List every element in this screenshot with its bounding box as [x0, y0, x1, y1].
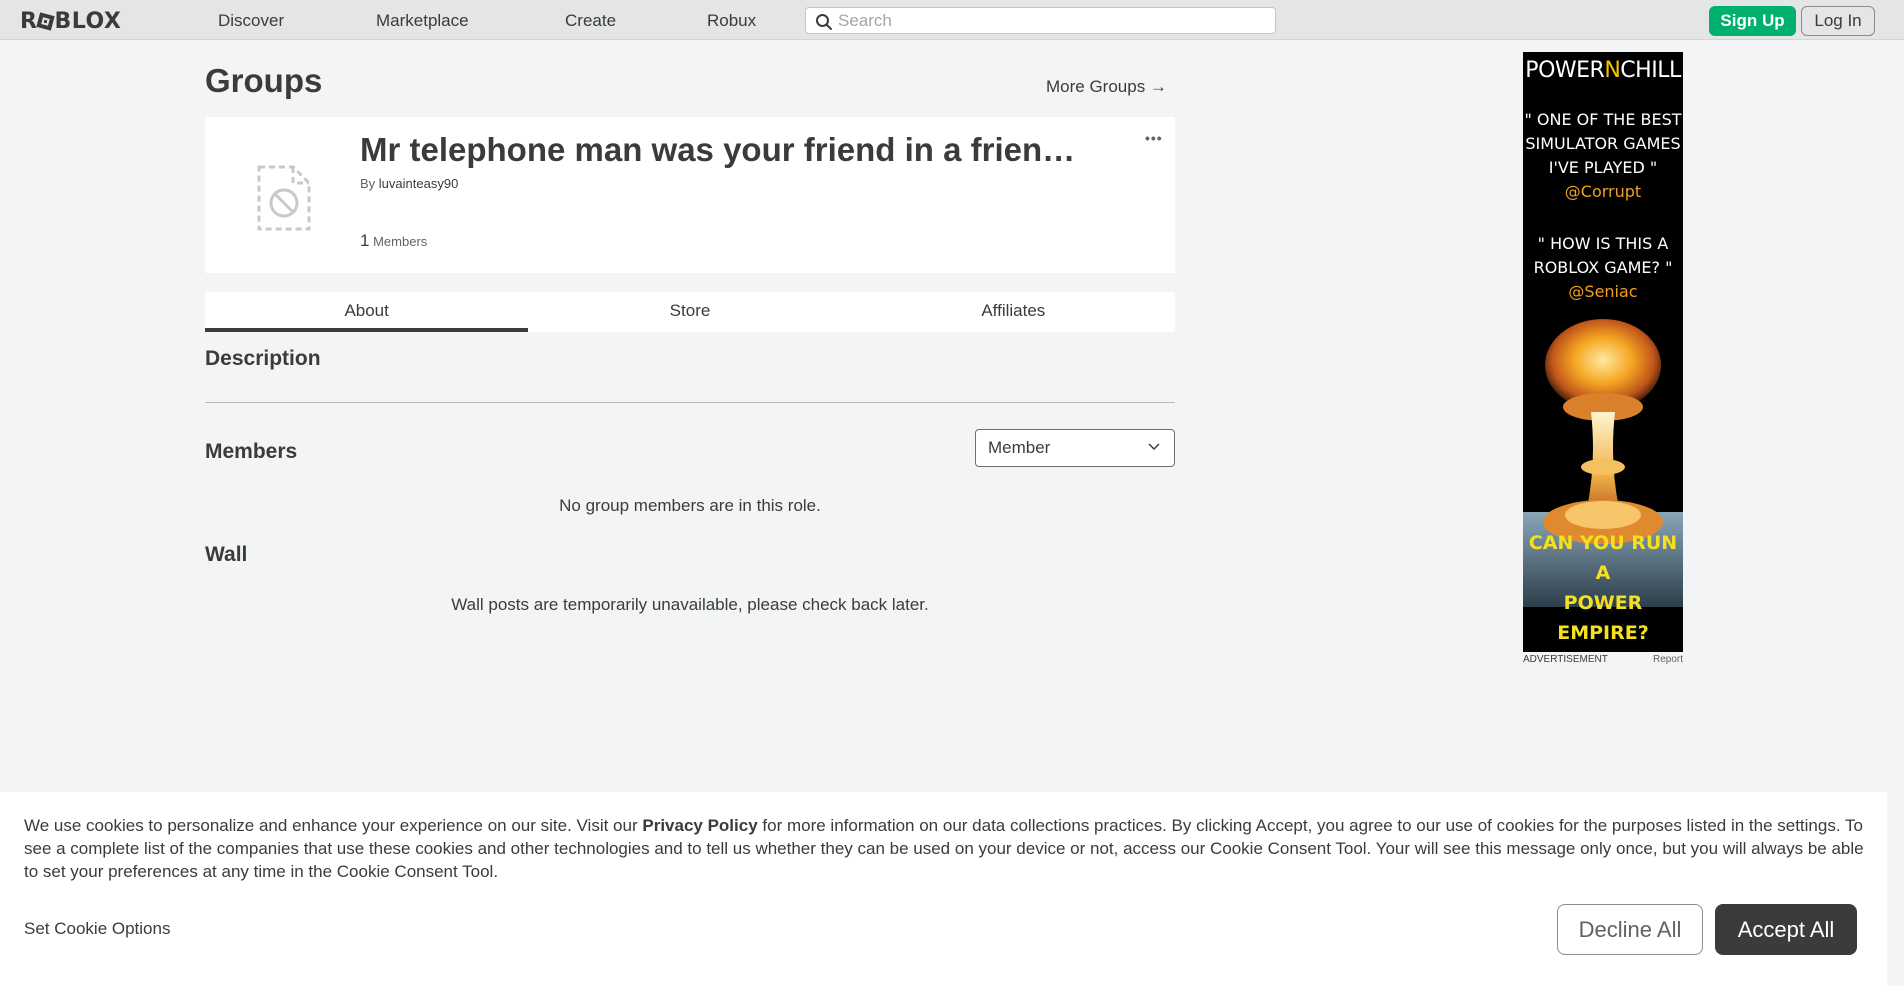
set-cookie-options-link[interactable]: Set Cookie Options	[24, 919, 170, 939]
role-select-dropdown[interactable]: Member	[975, 429, 1175, 467]
ad-call-to-action: CAN YOU RUN A POWER EMPIRE?	[1523, 528, 1683, 648]
group-header-card: Mr telephone man was your friend in a fr…	[205, 117, 1175, 273]
member-count-label: Members	[373, 234, 428, 249]
more-groups-link[interactable]: More Groups →	[1046, 77, 1167, 97]
nav-robux[interactable]: Robux	[707, 11, 756, 31]
nav-marketplace[interactable]: Marketplace	[376, 11, 469, 31]
owner-link[interactable]: luvainteasy90	[379, 176, 459, 191]
ad-brand: POWERNCHILL	[1523, 58, 1683, 83]
group-tabs: About Store Affiliates	[205, 292, 1175, 332]
tab-about[interactable]: About	[205, 292, 529, 332]
decline-all-button[interactable]: Decline All	[1557, 904, 1703, 955]
group-owner: By luvainteasy90	[360, 176, 458, 191]
members-empty-message: No group members are in this role.	[559, 496, 821, 515]
search-icon	[816, 14, 832, 30]
ad-quote-line: " HOW IS THIS A	[1537, 234, 1669, 253]
ad-quote-line: ROBLOX GAME? "	[1533, 258, 1673, 277]
page-scrollbar[interactable]	[1887, 40, 1904, 986]
ad-brand-part: N	[1604, 58, 1621, 83]
owner-by-label: By	[360, 176, 376, 191]
role-select-value: Member	[988, 438, 1051, 457]
ad-label: ADVERTISEMENT	[1523, 654, 1608, 665]
section-divider	[205, 402, 1175, 403]
group-menu-icon[interactable]: •••	[1145, 130, 1163, 146]
group-thumbnail-unavailable-icon	[257, 165, 311, 231]
wall-unavailable-message: Wall posts are temporarily unavailable, …	[451, 595, 929, 614]
nav-create[interactable]: Create	[565, 11, 616, 31]
member-count-number: 1	[360, 231, 370, 250]
ad-brand-part: POWER	[1525, 58, 1605, 83]
ad-quote-1: " ONE OF THE BEST SIMULATOR GAMES I'VE P…	[1523, 108, 1683, 204]
cookie-consent-banner: We use cookies to personalize and enhanc…	[0, 792, 1887, 986]
log-in-button[interactable]: Log In	[1801, 6, 1875, 36]
ad-quote-2: " HOW IS THIS A ROBLOX GAME? " @Seniac	[1523, 232, 1683, 304]
group-member-count: 1 Members	[360, 231, 427, 251]
ad-quote-handle: @Corrupt	[1564, 182, 1642, 201]
ad-quote-handle: @Seniac	[1568, 282, 1638, 301]
ad-quote-line: SIMULATOR GAMES	[1525, 134, 1681, 153]
sign-up-button[interactable]: Sign Up	[1709, 6, 1796, 36]
tab-affiliates[interactable]: Affiliates	[852, 292, 1175, 332]
ad-quote-line: " ONE OF THE BEST	[1524, 110, 1682, 129]
roblox-logo[interactable]: R BLOX	[20, 9, 121, 34]
description-heading: Description	[205, 347, 321, 370]
top-navigation: R BLOX Discover Marketplace Create Robux …	[0, 0, 1904, 40]
cookie-text-before: We use cookies to personalize and enhanc…	[24, 816, 643, 835]
cookie-message: We use cookies to personalize and enhanc…	[24, 814, 1869, 883]
ad-footer: ADVERTISEMENT Report	[1523, 654, 1683, 665]
ad-report-link[interactable]: Report	[1653, 654, 1683, 665]
members-heading: Members	[205, 440, 298, 463]
page-title: Groups	[205, 62, 323, 99]
nav-discover[interactable]: Discover	[218, 11, 284, 31]
logo-o-icon	[36, 12, 56, 31]
ad-cta-line: POWER EMPIRE?	[1557, 592, 1649, 644]
wall-heading: Wall	[205, 543, 248, 566]
skyscraper-advertisement[interactable]: POWERNCHILL " ONE OF THE BEST SIMULATOR …	[1523, 52, 1683, 652]
tab-store[interactable]: Store	[528, 292, 851, 332]
ad-brand-part: CHILL	[1620, 58, 1681, 83]
ad-quote-line: I'VE PLAYED "	[1548, 158, 1658, 177]
accept-all-button[interactable]: Accept All	[1715, 904, 1857, 955]
ad-cta-line: CAN YOU RUN A	[1528, 532, 1678, 584]
search-input[interactable]	[838, 10, 1268, 31]
chevron-down-icon	[1148, 443, 1160, 451]
privacy-policy-link[interactable]: Privacy Policy	[642, 816, 757, 835]
search-box[interactable]	[805, 7, 1276, 34]
group-name: Mr telephone man was your friend in a fr…	[360, 131, 1076, 168]
